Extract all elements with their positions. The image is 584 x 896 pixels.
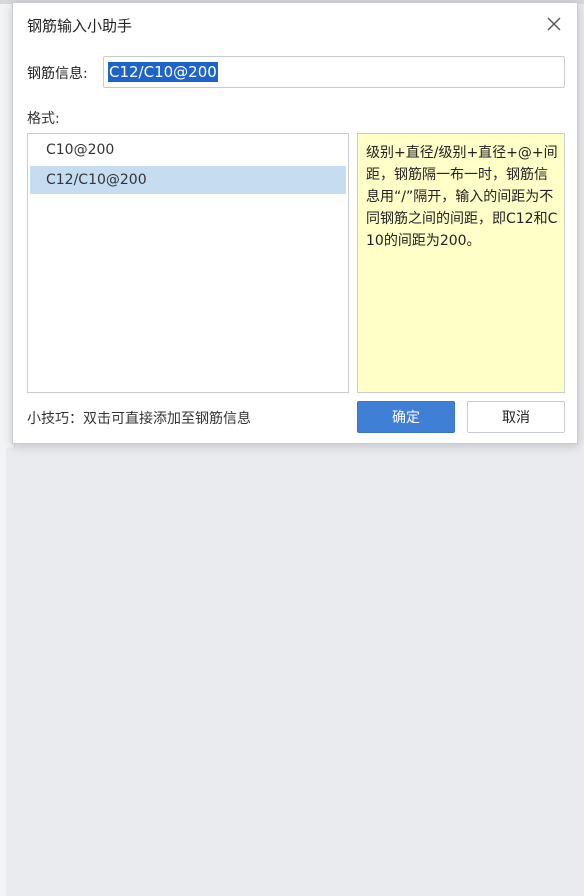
cancel-button[interactable]: 取消 — [467, 401, 565, 433]
list-item[interactable]: C10@200 — [30, 136, 346, 164]
list-item[interactable]: C12/C10@200 — [30, 166, 346, 194]
dialog-title: 钢筋输入小助手 — [27, 17, 133, 35]
close-icon — [547, 17, 561, 31]
format-description: 级别+直径/级别+直径+@+间距，钢筋隔一布一时，钢筋信息用“/”隔开，输入的间… — [357, 133, 565, 393]
rebar-info-value: C12/C10@200 — [108, 62, 218, 82]
rebar-info-label: 钢筋信息: — [27, 66, 88, 82]
format-label: 格式: — [27, 111, 60, 127]
rebar-input-dialog: 钢筋输入小助手 钢筋信息: C12/C10@200 格式: C10@200 C1… — [12, 2, 578, 444]
close-button[interactable] — [543, 13, 565, 35]
background-app-right-strip — [0, 448, 6, 896]
tip-text: 小技巧：双击可直接添加至钢筋信息 — [27, 411, 251, 427]
rebar-info-input[interactable]: C12/C10@200 — [103, 56, 565, 88]
ok-button[interactable]: 确定 — [357, 401, 455, 433]
format-list[interactable]: C10@200 C12/C10@200 — [27, 133, 349, 393]
